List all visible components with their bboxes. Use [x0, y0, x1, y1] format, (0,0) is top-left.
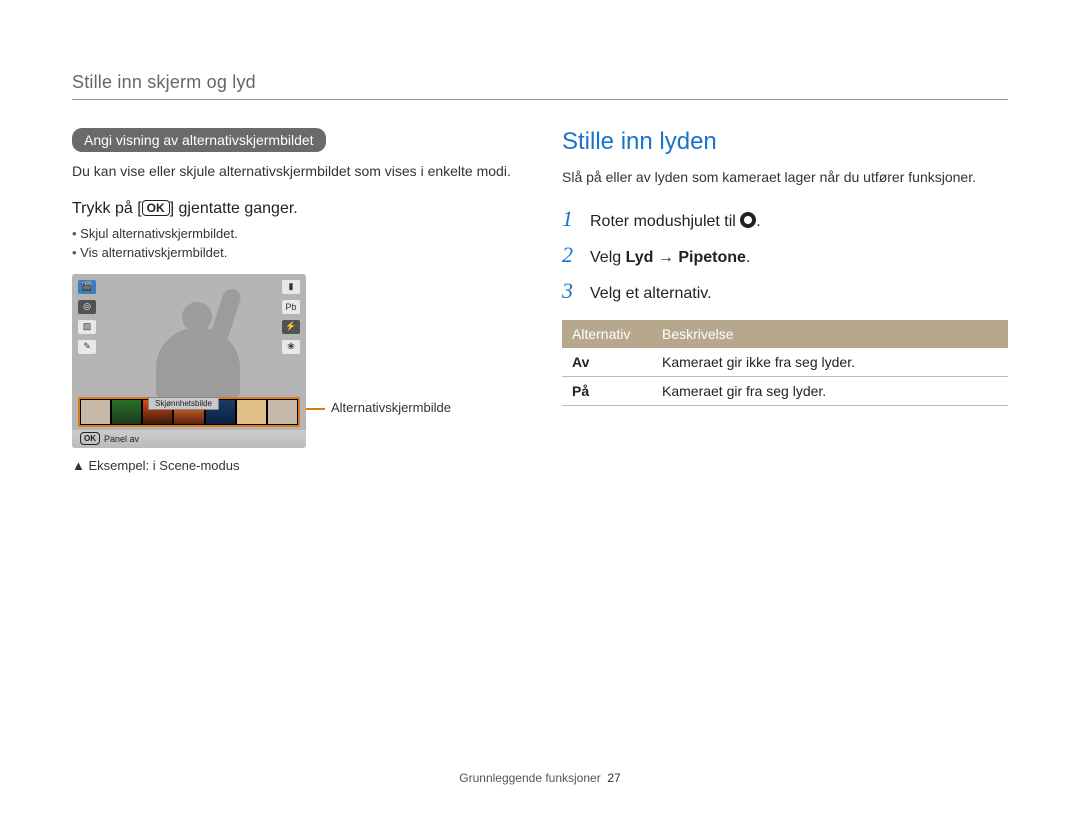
- step-2: 2 Velg Lyd → Pipetone.: [562, 242, 1008, 268]
- gear-icon: [740, 212, 756, 228]
- step-number: 1: [562, 206, 580, 232]
- right-heading: Stille inn lyden: [562, 128, 1008, 156]
- panel-text: Panel av: [104, 434, 139, 444]
- option-key: På: [562, 376, 652, 405]
- battery-icon: ▮: [282, 280, 300, 294]
- page-footer: Grunnleggende funksjoner 27: [0, 771, 1080, 785]
- option-key: Av: [562, 348, 652, 377]
- step-text: Velg: [590, 249, 626, 266]
- list-item: Vis alternativskjermbildet.: [72, 245, 518, 260]
- step-number: 3: [562, 278, 580, 304]
- option-desc: Kameraet gir fra seg lyder.: [652, 376, 1008, 405]
- press-instruction: Trykk på [OK] gjentatte ganger.: [72, 200, 518, 218]
- right-intro-text: Slå på eller av lyden som kameraet lager…: [562, 168, 1008, 188]
- section-divider: [72, 99, 1008, 100]
- table-header-option: Alternativ: [562, 320, 652, 348]
- step-3: 3 Velg et alternativ.: [562, 278, 1008, 304]
- footer-page-number: 27: [607, 771, 620, 785]
- person-silhouette: [132, 288, 252, 398]
- ok-badge-small: OK: [80, 432, 100, 445]
- callout-line: [305, 408, 325, 410]
- step-number: 2: [562, 242, 580, 268]
- size-icon: ▧: [78, 320, 96, 334]
- step-text-suffix: .: [756, 213, 760, 230]
- pb-icon: Pb: [282, 300, 300, 314]
- macro-icon: ❀: [282, 340, 300, 354]
- left-intro-text: Du kan vise eller skjule alternativskjer…: [72, 162, 518, 182]
- press-prefix: Trykk på [: [72, 200, 142, 217]
- step-1: 1 Roter modushjulet til .: [562, 206, 1008, 232]
- menu-path-bold: Pipetone: [678, 249, 746, 266]
- step-text-suffix: .: [746, 249, 750, 266]
- focus-icon: ◎: [78, 300, 96, 314]
- callout-label: Alternativskjermbilde: [331, 400, 451, 415]
- footer-chapter: Grunnleggende funksjoner: [459, 771, 600, 785]
- options-table: Alternativ Beskrivelse Av Kameraet gir i…: [562, 320, 1008, 406]
- subsection-pill: Angi visning av alternativskjermbildet: [72, 128, 326, 152]
- left-column: Angi visning av alternativskjermbildet D…: [72, 128, 518, 473]
- steps-list: 1 Roter modushjulet til . 2 Velg Lyd → P…: [562, 206, 1008, 304]
- table-header-desc: Beskrivelse: [652, 320, 1008, 348]
- menu-path-bold: Lyd: [626, 249, 654, 266]
- step-text: Velg et alternativ.: [590, 285, 712, 303]
- arrow: →: [653, 249, 678, 266]
- section-title: Stille inn skjerm og lyd: [72, 72, 1008, 93]
- ok-badge: OK: [142, 200, 170, 216]
- table-row: Av Kameraet gir ikke fra seg lyder.: [562, 348, 1008, 377]
- press-suffix: ] gjentatte ganger.: [170, 200, 298, 217]
- list-item: Skjul alternativskjermbildet.: [72, 226, 518, 241]
- flash-icon: ⚡: [282, 320, 300, 334]
- camera-lcd-illustration: 🎬 ◎ ▧ ✎ ▮ Pb ⚡ ❀ Skjønnhetsbilde: [72, 274, 306, 448]
- timer-icon: ✎: [78, 340, 96, 354]
- movie-icon: 🎬: [78, 280, 96, 294]
- panel-bar: OK Panel av: [72, 430, 306, 448]
- scene-chip: Skjønnhetsbilde: [148, 397, 219, 410]
- option-desc: Kameraet gir ikke fra seg lyder.: [652, 348, 1008, 377]
- example-caption: ▲ Eksempel: i Scene-modus: [72, 458, 518, 473]
- bullet-list: Skjul alternativskjermbildet. Vis altern…: [72, 226, 518, 260]
- step-text: Roter modushjulet til: [590, 213, 740, 230]
- right-column: Stille inn lyden Slå på eller av lyden s…: [562, 128, 1008, 473]
- table-row: På Kameraet gir fra seg lyder.: [562, 376, 1008, 405]
